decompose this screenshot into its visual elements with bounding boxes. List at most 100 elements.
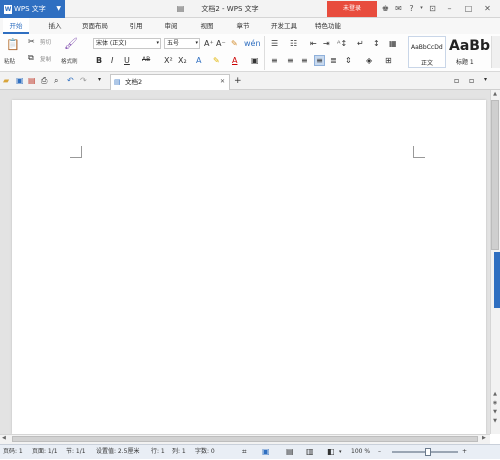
margin-corner-marker xyxy=(70,146,82,158)
vertical-scroll-thumb[interactable] xyxy=(491,100,499,250)
scroll-up-icon[interactable]: ▲ xyxy=(491,91,499,99)
style-heading-1[interactable]: AaBb 标题 1 xyxy=(448,36,490,68)
outline-view-icon[interactable]: ◧ xyxy=(327,445,335,460)
scroll-left-icon[interactable]: ◀ xyxy=(2,435,6,441)
tab-special-features[interactable]: 特色功能 xyxy=(310,18,346,34)
undo-icon[interactable]: ↶ xyxy=(67,76,74,85)
status-words: 字数: 0 xyxy=(195,448,215,455)
font-size-select[interactable]: 五号 ▾ xyxy=(164,38,200,49)
tab-insert[interactable]: 插入 xyxy=(42,18,68,34)
zoom-in-icon[interactable]: + xyxy=(462,445,467,460)
restore-ribbon-icon[interactable]: ⊡ xyxy=(427,3,438,14)
decrease-indent-icon[interactable]: ⇤ xyxy=(310,39,317,48)
chevron-down-icon[interactable]: ▾ xyxy=(98,76,101,83)
format-painter-icon[interactable]: 🖌 xyxy=(64,37,78,50)
char-border-icon[interactable]: ▣ xyxy=(251,56,259,65)
tab-page-layout[interactable]: 页面布局 xyxy=(77,18,113,34)
zoom-slider-thumb[interactable] xyxy=(425,448,432,456)
underline-icon[interactable]: U xyxy=(124,56,130,65)
clear-format-icon[interactable]: ✎ xyxy=(231,39,238,48)
tab-home[interactable]: 开始 xyxy=(3,18,29,34)
bold-icon[interactable]: B xyxy=(96,56,102,65)
scroll-nav-icons[interactable]: ▲ ◉ ▼ ▼ xyxy=(491,390,499,426)
subscript-icon[interactable]: X₂ xyxy=(178,56,187,65)
copy-icon[interactable]: ⧉ xyxy=(28,53,34,63)
print-preview-icon[interactable]: ⌕ xyxy=(54,76,58,86)
tab-view[interactable]: 视图 xyxy=(194,18,220,34)
bullet-list-icon[interactable]: ☰ xyxy=(271,39,278,48)
style-normal-label: 正文 xyxy=(421,60,434,67)
style-normal[interactable]: AaBbCcDd 正文 xyxy=(408,36,446,68)
login-button[interactable]: 未登录 xyxy=(327,1,377,17)
numbered-list-icon[interactable]: ☷ xyxy=(290,39,297,48)
chevron-down-icon: ▼ xyxy=(56,5,61,12)
save-icon[interactable]: ▣ xyxy=(16,76,24,85)
align-left-icon[interactable]: ≡ xyxy=(271,56,278,65)
borders-icon[interactable]: ⊞ xyxy=(385,56,392,65)
justify-icon[interactable]: ≡ xyxy=(314,55,325,66)
shading-icon[interactable]: ◈ xyxy=(366,56,372,65)
zoom-level[interactable]: 100 % xyxy=(351,445,370,460)
paste-icon[interactable]: 📋 xyxy=(6,38,20,52)
paste-button[interactable]: 粘贴 xyxy=(4,57,15,65)
close-icon[interactable]: ✕ xyxy=(482,3,493,14)
maximize-icon[interactable]: □ xyxy=(463,3,474,14)
line-spacing-icon[interactable]: ↕ xyxy=(373,39,380,48)
tab-sections[interactable]: 章节 xyxy=(230,18,256,34)
table-icon[interactable]: ▦ xyxy=(389,39,397,48)
pdf-icon[interactable]: ▤ xyxy=(28,76,36,85)
phonetic-icon[interactable]: wén xyxy=(244,39,261,48)
text-effect-icon[interactable]: A xyxy=(196,56,201,65)
document-tab[interactable]: ▤ 文档2 ✕ xyxy=(110,74,230,90)
full-screen-icon[interactable]: ▤ xyxy=(286,445,294,460)
format-painter-button[interactable]: 格式刷 xyxy=(61,57,78,65)
focus-mode-icon[interactable]: ⌗ xyxy=(242,445,247,460)
align-right-icon[interactable]: ≡ xyxy=(301,56,308,65)
app-menu-button[interactable]: W WPS 文字 ▼ xyxy=(0,0,65,18)
grow-font-icon[interactable]: A⁺ xyxy=(204,39,214,48)
redo-icon[interactable]: ↷ xyxy=(80,76,87,85)
chevron-down-icon[interactable]: ▾ xyxy=(416,3,427,14)
tab-references[interactable]: 引用 xyxy=(123,18,149,34)
distribute-icon[interactable]: ≣ xyxy=(330,56,337,65)
status-section: 节: 1/1 xyxy=(66,448,86,455)
align-center-icon[interactable]: ≡ xyxy=(287,56,294,65)
sort-icon[interactable]: ᴬ↕ xyxy=(337,39,347,48)
shrink-font-icon[interactable]: A⁻ xyxy=(216,39,226,48)
styles-scroll[interactable] xyxy=(491,36,500,68)
page-view-icon[interactable]: ▣ xyxy=(262,445,270,460)
superscript-icon[interactable]: X² xyxy=(164,56,173,65)
status-page: 页码: 1 xyxy=(3,448,23,455)
increase-indent-icon[interactable]: ⇥ xyxy=(323,39,330,48)
copy-button[interactable]: 复制 xyxy=(40,55,51,63)
zoom-out-icon[interactable]: – xyxy=(378,445,381,460)
web-layout-icon[interactable]: ▥ xyxy=(306,445,314,460)
side-panel-tab[interactable] xyxy=(494,252,500,308)
highlight-icon[interactable]: ✎ xyxy=(213,56,220,65)
font-color-icon[interactable]: A xyxy=(232,56,237,65)
font-family-select[interactable]: 宋体 (正文) ▾ xyxy=(93,38,161,49)
tab-developer[interactable]: 开发工具 xyxy=(266,18,302,34)
view-toggle-icon[interactable]: ▫ xyxy=(454,76,459,85)
chevron-down-icon[interactable]: ▾ xyxy=(484,76,487,83)
italic-icon[interactable]: I xyxy=(111,56,113,65)
horizontal-scroll-thumb[interactable] xyxy=(12,436,478,442)
feedback-icon[interactable]: ✉ xyxy=(393,3,404,14)
show-marks-icon[interactable]: ↵ xyxy=(357,39,364,48)
cut-button[interactable]: 剪切 xyxy=(40,38,51,46)
scroll-right-icon[interactable]: ▶ xyxy=(482,435,486,441)
font-size-value: 五号 xyxy=(167,40,180,47)
skin-icon[interactable]: ♚ xyxy=(380,3,391,14)
line-spacing-icon[interactable]: ⇕ xyxy=(345,56,352,65)
scissors-icon[interactable]: ✂ xyxy=(28,37,35,46)
minimize-icon[interactable]: – xyxy=(444,3,455,14)
close-icon[interactable]: ✕ xyxy=(220,75,225,89)
style-heading-preview: AaBb xyxy=(449,38,490,54)
chevron-down-icon[interactable]: ▾ xyxy=(339,445,342,460)
tab-review[interactable]: 审阅 xyxy=(158,18,184,34)
print-icon[interactable]: ⎙ xyxy=(41,76,47,86)
tab-list-icon[interactable]: ▫ xyxy=(469,76,474,85)
open-folder-icon[interactable]: ▰ xyxy=(3,76,9,85)
new-tab-icon[interactable]: + xyxy=(234,76,242,86)
strikethrough-icon[interactable]: AB xyxy=(142,56,150,63)
